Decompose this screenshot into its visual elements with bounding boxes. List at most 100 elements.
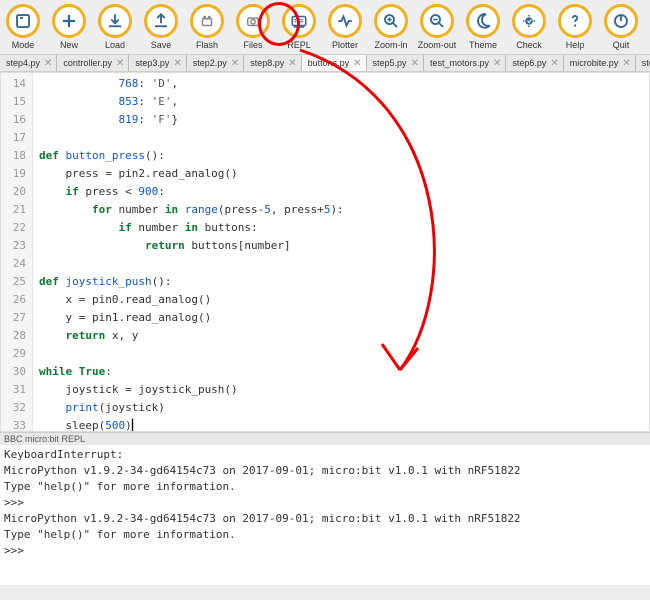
repl-line: KeyboardInterrupt: — [4, 447, 646, 463]
plotter-icon — [328, 4, 362, 38]
code-line[interactable]: joystick = joystick_push() — [33, 381, 649, 399]
tab-label: step3.py — [135, 58, 169, 68]
check-button[interactable]: Check — [506, 4, 552, 50]
load-button[interactable]: Load — [92, 4, 138, 50]
code-line[interactable]: press = pin2.read_analog() — [33, 165, 649, 183]
theme-button[interactable]: Theme — [460, 4, 506, 50]
repl-panel[interactable]: KeyboardInterrupt:MicroPython v1.9.2-34-… — [0, 445, 650, 585]
line-number: 25 — [1, 273, 32, 291]
tool-label: Plotter — [332, 40, 358, 50]
zoomin-button[interactable]: Zoom-in — [368, 4, 414, 50]
line-number: 33 — [1, 417, 32, 432]
help-button[interactable]: Help — [552, 4, 598, 50]
tab-label: step6.py — [512, 58, 546, 68]
repl-line: >>> — [4, 543, 646, 559]
code-line[interactable]: return x, y — [33, 327, 649, 345]
tab-label: step2.py — [193, 58, 227, 68]
code-line[interactable]: 768: 'D', — [33, 75, 649, 93]
files-icon — [236, 4, 270, 38]
mode-button[interactable]: Mode — [0, 4, 46, 50]
tool-label: Files — [243, 40, 262, 50]
line-number: 26 — [1, 291, 32, 309]
flash-button[interactable]: Flash — [184, 4, 230, 50]
tab-step2py[interactable]: step2.py ✕ — [187, 55, 244, 71]
tool-label: Zoom-out — [418, 40, 457, 50]
tab-step8py[interactable]: step8.py ✕ — [244, 55, 301, 71]
line-number: 16 — [1, 111, 32, 129]
line-number: 31 — [1, 381, 32, 399]
code-area[interactable]: 768: 'D', 853: 'E', 819: 'F'} def button_… — [33, 73, 649, 431]
tool-label: Quit — [613, 40, 630, 50]
tab-step3py[interactable]: step3.py ✕ — [129, 55, 186, 71]
close-icon[interactable]: ✕ — [44, 58, 52, 69]
new-button[interactable]: New — [46, 4, 92, 50]
tab-step6py[interactable]: step6.py ✕ — [506, 55, 563, 71]
repl-line: MicroPython v1.9.2-34-gd64154c73 on 2017… — [4, 463, 646, 479]
code-line[interactable] — [33, 345, 649, 363]
tab-label: test_motors.py — [430, 58, 489, 68]
code-line[interactable]: x = pin0.read_analog() — [33, 291, 649, 309]
line-number: 24 — [1, 255, 32, 273]
code-line[interactable] — [33, 255, 649, 273]
code-line[interactable]: return buttons[number] — [33, 237, 649, 255]
code-line[interactable]: def button_press(): — [33, 147, 649, 165]
close-icon[interactable]: ✕ — [493, 58, 501, 69]
close-icon[interactable]: ✕ — [116, 58, 124, 69]
close-icon[interactable]: ✕ — [353, 58, 361, 69]
quit-button[interactable]: Quit — [598, 4, 644, 50]
tool-label: Zoom-in — [374, 40, 407, 50]
quit-icon — [604, 4, 638, 38]
repl-icon — [282, 4, 316, 38]
tab-label: controller.py — [63, 58, 112, 68]
line-number: 19 — [1, 165, 32, 183]
code-line[interactable]: def joystick_push(): — [33, 273, 649, 291]
tab-buttonspy[interactable]: buttons.py✕ — [302, 55, 367, 71]
repl-button[interactable]: REPL — [276, 4, 322, 50]
tab-step1py[interactable]: step1.py✕ — [636, 55, 650, 71]
zoomout-button[interactable]: Zoom-out — [414, 4, 460, 50]
repl-line: >>> — [4, 495, 646, 511]
tab-controllerpy[interactable]: controller.py ✕ — [57, 55, 129, 71]
code-line[interactable]: sleep(500) — [33, 417, 649, 432]
tab-strip: step4.py✕controller.py✕step3.py✕step2.py… — [0, 54, 650, 72]
code-line[interactable]: for number in range(press-5, press+5): — [33, 201, 649, 219]
plotter-button[interactable]: Plotter — [322, 4, 368, 50]
tab-microbitepy[interactable]: microbite.py✕ — [564, 55, 636, 71]
close-icon[interactable]: ✕ — [550, 58, 558, 69]
code-line[interactable]: y = pin1.read_analog() — [33, 309, 649, 327]
save-icon — [144, 4, 178, 38]
close-icon[interactable]: ✕ — [173, 58, 181, 69]
line-number: 28 — [1, 327, 32, 345]
code-line[interactable]: if number in buttons: — [33, 219, 649, 237]
repl-line: Type "help()" for more information. — [4, 479, 646, 495]
tab-label: buttons.py — [308, 58, 350, 68]
tab-label: microbite.py — [570, 58, 619, 68]
tool-label: Flash — [196, 40, 218, 50]
line-number: 32 — [1, 399, 32, 417]
theme-icon — [466, 4, 500, 38]
tab-test_motorspy[interactable]: test_motors.py ✕ — [424, 55, 506, 71]
code-line[interactable]: while True: — [33, 363, 649, 381]
tab-step5py[interactable]: step5.py✕ — [367, 55, 424, 71]
tool-label: Check — [516, 40, 542, 50]
close-icon[interactable]: ✕ — [411, 58, 419, 69]
tab-step4py[interactable]: step4.py✕ — [0, 55, 57, 71]
code-line[interactable]: 819: 'F'} — [33, 111, 649, 129]
toolbar: Mode New Load Save Flash Files REPL Plotter Zoom… — [0, 0, 650, 54]
code-line[interactable]: if press < 900: — [33, 183, 649, 201]
code-line[interactable]: print(joystick) — [33, 399, 649, 417]
files-button[interactable]: Files — [230, 4, 276, 50]
close-icon[interactable]: ✕ — [288, 58, 296, 69]
code-editor[interactable]: 1415161718192021222324252627282930313233… — [0, 72, 650, 432]
code-line[interactable]: 853: 'E', — [33, 93, 649, 111]
line-number: 17 — [1, 129, 32, 147]
load-icon — [98, 4, 132, 38]
code-line[interactable] — [33, 129, 649, 147]
tool-label: Help — [566, 40, 585, 50]
close-icon[interactable]: ✕ — [622, 58, 630, 69]
tool-label: New — [60, 40, 78, 50]
tab-label: step8.py — [250, 58, 284, 68]
tool-label: Load — [105, 40, 125, 50]
save-button[interactable]: Save — [138, 4, 184, 50]
close-icon[interactable]: ✕ — [231, 58, 239, 69]
